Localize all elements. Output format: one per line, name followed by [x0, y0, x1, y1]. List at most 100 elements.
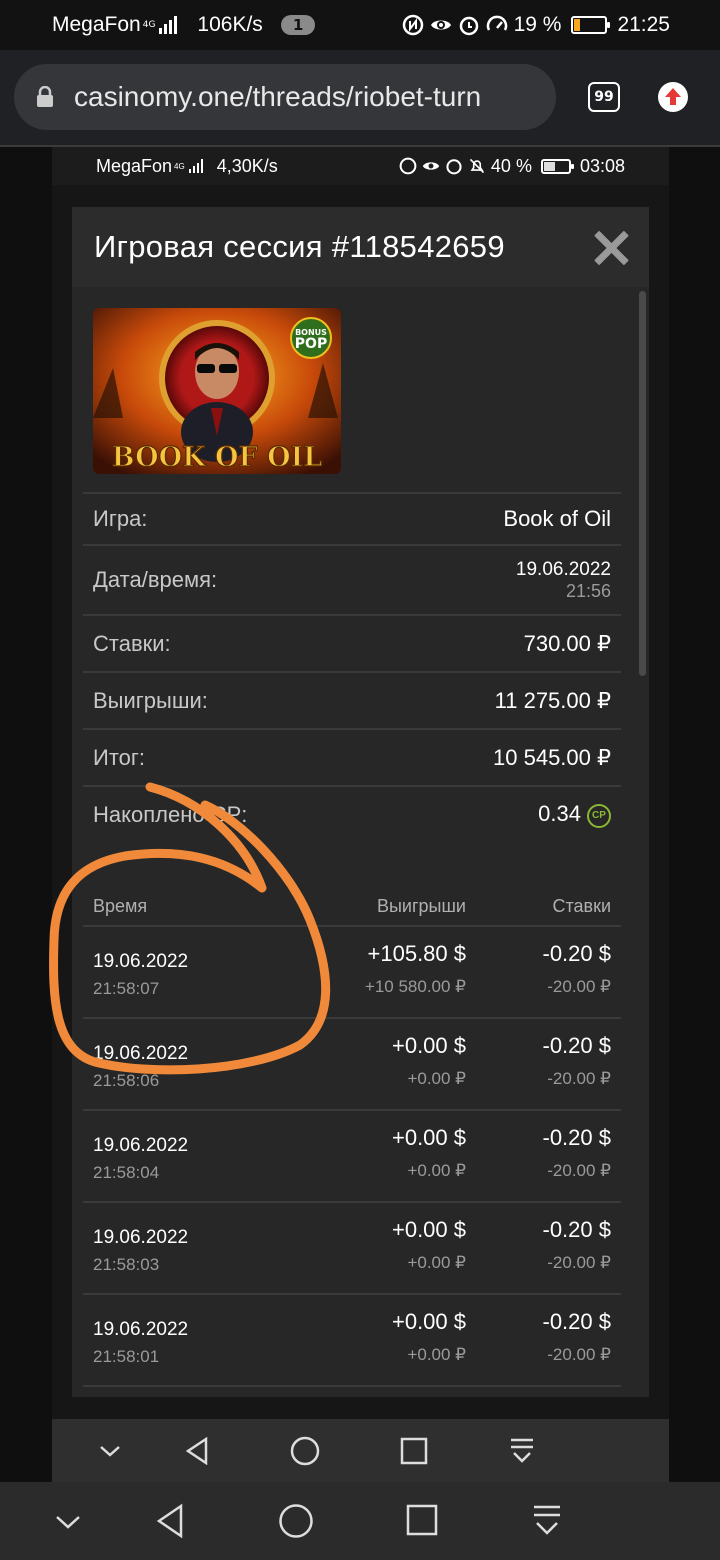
info-row-bets: Ставки: 730.00 ₽ [83, 614, 621, 671]
spin-bet-rub: -20.00 ₽ [547, 1069, 611, 1088]
spin-time: 21:58:06 [93, 1071, 160, 1090]
embedded-screenshot: MegaFon 4G 4,30K/s 40 % 03:08 Игровая се… [52, 147, 669, 1482]
spin-win-rub: +0.00 ₽ [407, 1069, 466, 1088]
info-value: 19.06.2022 [515, 558, 611, 580]
spin-win-usd: +0.00 $ [391, 1309, 466, 1334]
session-info-table: Игра: Book of Oil Дата/время: 19.06.2022… [83, 492, 621, 842]
col-header-time: Время [93, 895, 148, 916]
spin-row: 19.06.2022 21:58:04 +0.00 $ +0.00 ₽ -0.20 $ -… [83, 1111, 621, 1203]
address-bar[interactable]: casinomy.one/threads/riobet-turn [14, 64, 556, 130]
recents-icon[interactable] [406, 1504, 438, 1536]
nfc-icon [402, 14, 423, 36]
inner-recents-icon[interactable] [400, 1437, 428, 1465]
carrier-name: MegaFon [52, 13, 141, 36]
spin-time: 21:58:04 [93, 1163, 160, 1182]
info-row-cp: Накоплено CP: 0.34 CP [83, 785, 621, 842]
game-session-modal: Игровая сессия #118542659 BONUS POP BOOK… [72, 207, 649, 1397]
info-value: 10 545.00 ₽ [493, 744, 611, 770]
info-value: 730.00 ₽ [523, 630, 611, 656]
url-text[interactable]: casinomy.one/threads/riobet-turn [74, 81, 544, 113]
spin-time: 21:58:07 [93, 979, 160, 998]
spin-date: 19.06.2022 [93, 1043, 189, 1064]
game-banner-image[interactable]: BONUS POP BOOK OF OIL [93, 308, 341, 474]
alarm-icon [459, 16, 478, 36]
spin-row: 19.06.2022 21:58:01 +0.00 $ +0.00 ₽ -0.20 $ -… [83, 1295, 621, 1387]
inner-notifications-pull-icon[interactable] [509, 1437, 535, 1465]
info-label: Игра: [93, 506, 148, 531]
status-bar: MegaFon 4G 106K/s 1 19 % 21:25 [0, 0, 720, 50]
cp-icon: CP [587, 803, 611, 828]
spin-row: 19.06.2022 21:58:06 +0.00 $ +0.00 ₽ -0.20 $ -… [83, 1019, 621, 1111]
back-icon[interactable] [155, 1503, 185, 1539]
col-header-bets: Ставки [552, 895, 611, 916]
inner-navigation-bar [52, 1419, 669, 1482]
spin-date: 19.06.2022 [93, 1227, 189, 1248]
inner-status-bar: MegaFon 4G 4,30K/s 40 % 03:08 [52, 147, 669, 185]
chevron-down-icon[interactable] [54, 1509, 82, 1535]
inner-network-speed: 4,30K/s [216, 155, 278, 176]
info-row-wins: Выигрыши: 11 275.00 ₽ [83, 671, 621, 728]
inner-nfc-icon [399, 157, 417, 175]
spin-bet-usd: -0.20 $ [542, 1309, 612, 1334]
modal-title: Игровая сессия #118542659 [94, 229, 505, 264]
spin-bet-usd: -0.20 $ [542, 1033, 612, 1058]
spin-bet-usd: -0.20 $ [542, 1217, 612, 1242]
tab-switcher-button[interactable]: 99 [588, 82, 620, 112]
info-label: Итог: [93, 744, 146, 770]
spin-win-rub: +0.00 ₽ [407, 1161, 466, 1180]
inner-back-icon[interactable] [184, 1437, 210, 1465]
spin-date: 19.06.2022 [93, 951, 189, 972]
signal-icon [159, 16, 178, 34]
info-label: Накоплено CP: [93, 801, 248, 827]
network-speed: 106K/s [197, 13, 263, 36]
inner-signal-icon [188, 159, 203, 173]
spin-win-usd: +105.80 $ [367, 941, 466, 966]
inner-mute-icon [469, 158, 485, 174]
spin-win-usd: +0.00 $ [391, 1033, 466, 1058]
info-row-datetime: Дата/время: 19.06.2022 21:56 [83, 544, 621, 614]
battery-percent: 19 % [513, 13, 562, 36]
navigation-bar [0, 1482, 720, 1560]
inner-clock: 03:08 [579, 155, 625, 176]
inner-battery-percent: 40 % [490, 155, 532, 176]
info-row-total: Итог: 10 545.00 ₽ [83, 728, 621, 785]
info-row-game: Игра: Book of Oil [83, 492, 621, 544]
modal-header: Игровая сессия #118542659 [72, 207, 649, 287]
info-subvalue: 21:56 [565, 580, 611, 601]
spin-row: 19.06.2022 21:58:03 +0.00 $ +0.00 ₽ -0.20 $ -… [83, 1203, 621, 1295]
speedometer-icon [486, 15, 507, 31]
info-label: Дата/время: [93, 567, 218, 592]
spin-date: 19.06.2022 [93, 1135, 189, 1156]
spin-win-rub: +0.00 ₽ [407, 1345, 466, 1364]
spin-win-usd: +0.00 $ [391, 1217, 466, 1242]
inner-eye-icon [422, 162, 440, 170]
inner-network-type: 4G [174, 161, 185, 171]
spins-table-header: Время Выигрыши Ставки [83, 887, 621, 927]
home-icon[interactable] [278, 1503, 314, 1539]
spin-bet-rub: -20.00 ₽ [547, 1345, 611, 1364]
browser-toolbar: casinomy.one/threads/riobet-turn 99 [0, 50, 720, 145]
spins-table: Время Выигрыши Ставки 19.06.2022 21:58:07… [83, 887, 621, 1387]
battery-icon [571, 16, 611, 34]
inner-chevron-down-icon[interactable] [98, 1439, 122, 1463]
upload-icon[interactable] [657, 81, 689, 113]
spin-win-rub: +0.00 ₽ [407, 1253, 466, 1272]
spin-win-usd: +0.00 $ [391, 1125, 466, 1150]
inner-battery-icon [540, 158, 574, 174]
info-value: Book of Oil [503, 506, 611, 531]
notifications-pull-icon[interactable] [532, 1504, 562, 1538]
info-label: Ставки: [93, 630, 171, 656]
scrollbar[interactable] [639, 291, 646, 676]
spin-bet-usd: -0.20 $ [542, 941, 612, 966]
inner-home-icon[interactable] [290, 1436, 320, 1466]
lock-icon [37, 86, 53, 107]
col-header-wins: Выигрыши [376, 895, 466, 916]
spin-time: 21:58:01 [93, 1347, 160, 1366]
notification-badge: 1 [280, 15, 316, 35]
spin-win-rub: +10 580.00 ₽ [364, 977, 466, 996]
spin-row: 19.06.2022 21:58:07 +105.80 $ +10 580.00 ₽ -… [83, 927, 621, 1019]
inner-carrier-name: MegaFon [96, 155, 173, 176]
spin-bet-rub: -20.00 ₽ [547, 1253, 611, 1272]
info-label: Выигрыши: [93, 687, 208, 713]
close-icon[interactable] [593, 230, 627, 264]
